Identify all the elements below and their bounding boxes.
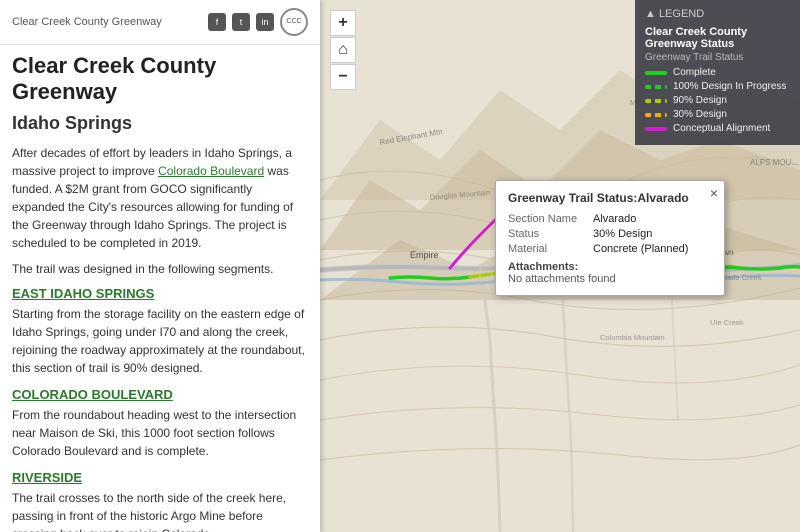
popup-material-row: Material Concrete (Planned) [508,243,712,255]
popup-section-name-label: Section Name [508,213,593,225]
section-title: Idaho Springs [0,109,320,140]
popup-attachments-value: No attachments found [508,273,616,285]
linkedin-icon[interactable]: in [256,13,274,31]
legend-90design-label: 90% Design [673,95,727,106]
colorado-boulevard-text: From the roundabout heading west to the … [12,406,308,460]
popup-section-name-row: Section Name Alvarado [508,213,712,225]
legend-item-30design: 30% Design [645,109,790,120]
legend-panel: ▲ LEGEND Clear Creek CountyGreenway Stat… [635,0,800,145]
east-idaho-springs-section: EAST IDAHO SPRINGS Starting from the sto… [12,286,308,377]
sidebar-content: After decades of effort by leaders in Id… [0,140,320,532]
legend-30design-line [645,113,667,117]
popup-status-row: Status 30% Design [508,228,712,240]
zoom-out-button[interactable]: − [330,64,356,90]
intro-paragraph: After decades of effort by leaders in Id… [12,144,308,252]
riverside-section: RIVERSIDE The trail crosses to the north… [12,470,308,532]
legend-complete-label: Complete [673,67,716,78]
legend-90design-line [645,99,667,103]
segments-label: The trail was designed in the following … [12,262,308,276]
colorado-boulevard-section: COLORADO BOULEVARD From the roundabout h… [12,387,308,460]
sidebar: Clear Creek County Greenway f t in CCC C… [0,0,320,532]
svg-text:ALPS MOU...: ALPS MOU... [750,158,798,167]
legend-100design-line [645,85,667,89]
colorado-boulevard-link[interactable]: Colorado Boulevard [158,164,264,178]
popup-attachments-label: Attachments: [508,261,578,273]
legend-30design-label: 30% Design [673,109,727,120]
map-container[interactable]: Empire Idaho Springs Georgetown Red Elep… [320,0,800,532]
riverside-text: The trail crosses to the north side of t… [12,489,308,532]
trail-status-popup: × Greenway Trail Status:Alvarado Section… [495,180,725,296]
logo: CCC [280,8,308,36]
social-icons: f t in CCC [208,8,308,36]
popup-material-label: Material [508,243,593,255]
legend-item-complete: Complete [645,67,790,78]
home-button[interactable]: ⌂ [330,37,356,63]
legend-item-100design: 100% Design In Progress [645,81,790,92]
popup-status-value: 30% Design [593,228,652,240]
legend-conceptual-line [645,127,667,131]
facebook-icon[interactable]: f [208,13,226,31]
map-controls: + ⌂ − [330,10,356,90]
legend-item-conceptual: Conceptual Alignment [645,123,790,134]
east-idaho-springs-heading[interactable]: EAST IDAHO SPRINGS [12,286,308,301]
zoom-in-button[interactable]: + [330,10,356,36]
svg-text:Douglas Mountain: Douglas Mountain [429,188,490,202]
legend-item-90design: 90% Design [645,95,790,106]
legend-section-label: Greenway Trail Status [645,52,790,63]
svg-text:Columbia Mountain: Columbia Mountain [600,333,665,342]
legend-toggle[interactable]: ▲ LEGEND [645,8,790,20]
svg-text:Ute Creek: Ute Creek [710,318,744,327]
svg-text:Empire: Empire [410,250,439,260]
popup-close-button[interactable]: × [710,185,718,201]
legend-conceptual-label: Conceptual Alignment [673,123,770,134]
colorado-boulevard-heading[interactable]: COLORADO BOULEVARD [12,387,308,402]
twitter-icon[interactable]: t [232,13,250,31]
main-title: Clear Creek County Greenway [0,45,320,109]
legend-title: Clear Creek CountyGreenway Status [645,26,790,50]
legend-100design-label: 100% Design In Progress [673,81,786,92]
svg-text:Red Elephant Mtn: Red Elephant Mtn [379,127,444,147]
popup-title: Greenway Trail Status:Alvarado [508,191,712,205]
popup-title-prefix: Greenway Trail Status: [508,191,637,205]
popup-title-name: Alvarado [637,191,688,205]
legend-complete-line [645,71,667,75]
popup-status-label: Status [508,228,593,240]
popup-attachments: Attachments: No attachments found [508,261,712,285]
popup-material-value: Concrete (Planned) [593,243,688,255]
popup-section-name-value: Alvarado [593,213,636,225]
legend-toggle-label: ▲ LEGEND [645,8,704,20]
east-idaho-springs-text: Starting from the storage facility on th… [12,305,308,377]
header-title-small: Clear Creek County Greenway [12,16,162,28]
riverside-heading[interactable]: RIVERSIDE [12,470,308,485]
sidebar-header: Clear Creek County Greenway f t in CCC [0,0,320,45]
